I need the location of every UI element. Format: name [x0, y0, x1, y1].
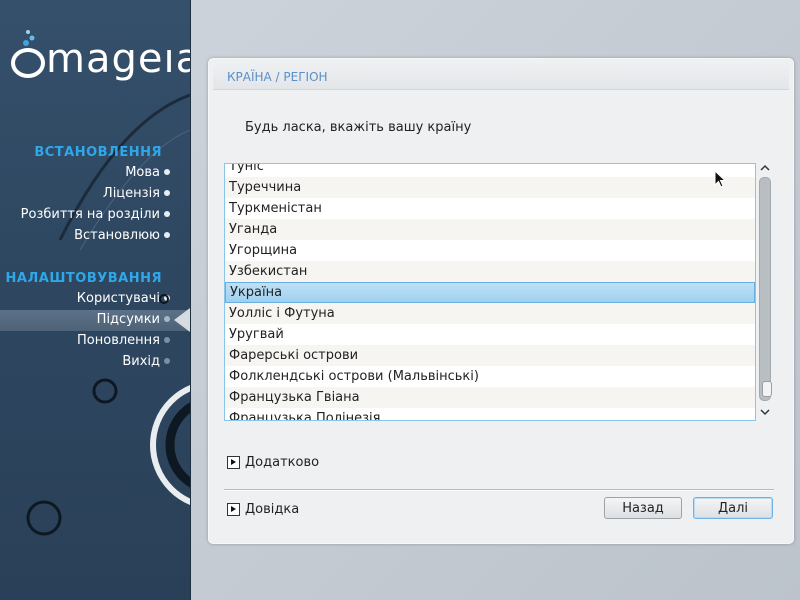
country-list-item[interactable]: Уругвай — [225, 324, 755, 345]
step-done-bullet — [164, 211, 170, 217]
step-pending-bullet — [164, 337, 170, 343]
step-pending-bullet — [164, 358, 170, 364]
sidebar: mageıa ВСТАНОВЛЕННЯ Мова Ліцензія Розбит… — [0, 0, 191, 600]
nav-item-license: Ліцензія — [102, 186, 160, 201]
step-done-bullet — [164, 232, 170, 238]
country-list-item[interactable]: Уганда — [225, 219, 755, 240]
scroll-track[interactable] — [759, 177, 772, 401]
nav-item-updates: Поновлення — [77, 333, 160, 348]
page-title: КРАЇНА / РЕГІОН — [227, 70, 328, 84]
panel-header: КРАЇНА / РЕГІОН — [213, 63, 789, 90]
mageia-cauldron-icon — [11, 30, 45, 78]
scroll-up-chevron-icon[interactable] — [760, 163, 770, 173]
country-list-item[interactable]: Фарерські острови — [225, 345, 755, 366]
nav-item-language: Мова — [125, 165, 160, 180]
config-section-title: НАЛАШТОВУВАННЯ — [5, 271, 162, 286]
expand-arrow-icon — [227, 503, 240, 516]
step-ring-bullet — [159, 294, 169, 304]
logo-text: mageıa — [46, 36, 191, 82]
help-label: Довідка — [245, 502, 300, 517]
advanced-label: Додатково — [245, 455, 320, 470]
country-list-item[interactable]: Уолліс і Футуна — [225, 303, 755, 324]
nav-item-exit: Вихід — [122, 354, 160, 369]
back-button[interactable]: Назад — [604, 497, 682, 519]
nav-item-partitioning: Розбиття на розділи — [20, 207, 160, 222]
nav-item-installing: Встановлюю — [74, 228, 160, 243]
advanced-expander[interactable]: Додатково — [227, 455, 319, 470]
step-done-bullet — [164, 169, 170, 175]
step-current-bullet — [164, 316, 170, 322]
country-list-item[interactable]: Туркменістан — [225, 198, 755, 219]
country-list-items: Туніс Туреччина Туркменістан Уганда Угорщина… — [225, 164, 755, 420]
expand-arrow-icon — [227, 456, 240, 469]
country-list-item[interactable]: Туніс — [225, 164, 755, 177]
nav-item-users: Користувачі — [76, 291, 160, 306]
step-done-bullet — [164, 190, 170, 196]
country-list-item[interactable]: Угорщина — [225, 240, 755, 261]
country-panel: КРАЇНА / РЕГІОН Будь ласка, вкажіть вашу… — [208, 58, 794, 544]
country-list[interactable]: Туніс Туреччина Туркменістан Уганда Угорщина… — [224, 163, 756, 421]
list-scrollbar[interactable] — [756, 163, 774, 421]
active-step-arrow — [174, 308, 190, 332]
scroll-down-chevron-icon[interactable] — [760, 407, 770, 417]
active-step-highlight — [0, 310, 190, 331]
mouse-pointer-icon — [714, 170, 727, 188]
country-prompt: Будь ласка, вкажіть вашу країну — [245, 120, 472, 135]
country-list-item[interactable]: Французька Гвіана — [225, 387, 755, 408]
nav-item-summary: Підсумки — [96, 312, 160, 327]
country-list-item[interactable]: Туреччина — [225, 177, 755, 198]
country-list-item[interactable]: Україна — [225, 282, 755, 303]
scroll-thumb[interactable] — [762, 381, 772, 397]
country-list-item[interactable]: Французька Полінезія — [225, 408, 755, 420]
country-list-item[interactable]: Фолклендські острови (Мальвінські) — [225, 366, 755, 387]
help-expander[interactable]: Довідка — [227, 502, 299, 517]
divider — [224, 489, 774, 491]
install-section-title: ВСТАНОВЛЕННЯ — [34, 145, 162, 160]
country-list-item[interactable]: Узбекистан — [225, 261, 755, 282]
next-button[interactable]: Далі — [693, 497, 773, 519]
